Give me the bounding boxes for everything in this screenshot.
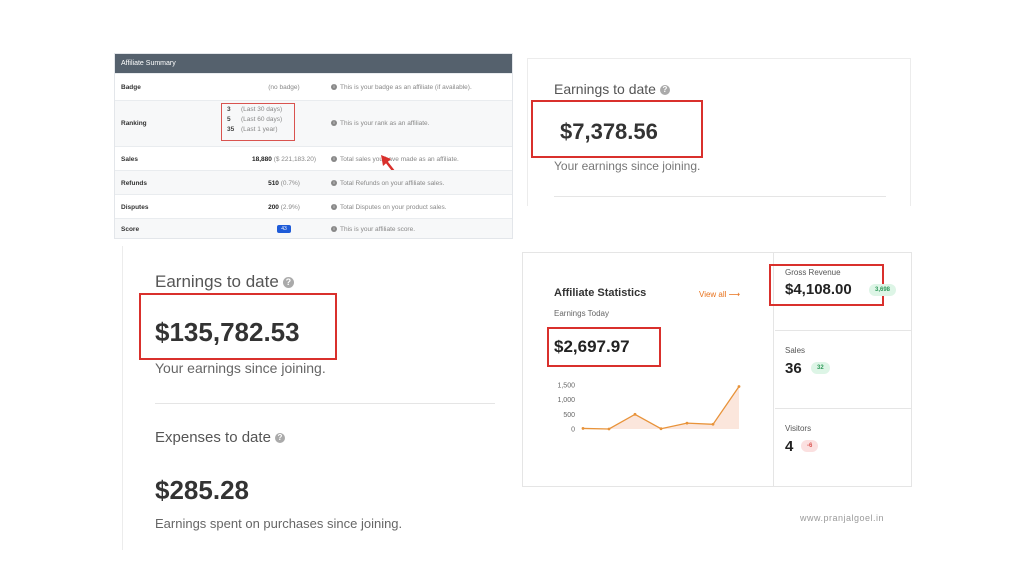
y-tick-label: 1,000 <box>557 397 575 404</box>
earnings-subtitle: Your earnings since joining. <box>554 159 701 173</box>
row-info: i This is your badge as an affiliate (if … <box>331 84 472 91</box>
visitors-value: 4 <box>785 438 794 455</box>
divider <box>155 403 495 404</box>
summary-row-sales: Sales 18,880 ($ 221,183.20) i Total sales… <box>115 146 512 179</box>
chart-point <box>581 427 585 430</box>
watermark-text: www.pranjalgoel.in <box>800 513 885 523</box>
earnings-title: Earnings to date? <box>554 81 670 97</box>
sales-label: Sales <box>785 346 806 355</box>
chart-point <box>633 412 637 416</box>
chart-area <box>583 386 739 429</box>
earnings-today-label: Earnings Today <box>554 309 609 318</box>
info-icon: i <box>331 226 337 233</box>
y-tick-label: 500 <box>563 412 575 419</box>
summary-row-badge: Badge (no badge) i This is your badge as … <box>115 73 512 100</box>
earnings-card-small: Earnings to date? $7,378.56 Your earning… <box>527 58 911 206</box>
chart-point <box>711 422 715 426</box>
help-icon[interactable]: ? <box>274 433 285 444</box>
y-tick-label: 0 <box>571 427 575 434</box>
gross-revenue-metric: Gross Revenue $4,108.00 3,698 <box>769 253 911 331</box>
sales-badge: 32 <box>811 362 830 374</box>
statistics-main-panel: Affiliate Statistics View all ⟶ Earnings… <box>523 253 774 486</box>
earnings-subtitle: Your earnings since joining. <box>155 360 326 376</box>
earnings-chart: 1,500 1,000 500 0 <box>557 383 741 434</box>
info-icon: i <box>331 120 337 127</box>
chart-point <box>659 427 663 431</box>
earnings-title: Earnings to date? <box>155 272 294 292</box>
affiliate-summary-header: Affiliate Summary <box>115 54 512 73</box>
row-label: Refunds <box>121 180 147 187</box>
summary-row-score: Score 43 i This is your affiliate score. <box>115 218 512 238</box>
visitors-metric: Visitors 4 -6 <box>775 409 911 486</box>
affiliate-statistics-card: Affiliate Statistics View all ⟶ Earnings… <box>522 252 912 487</box>
summary-row-ranking: Ranking 3 (Last 30 days) 5 (Last 60 days) … <box>115 100 512 146</box>
visitors-label: Visitors <box>785 424 812 433</box>
expenses-subtitle: Earnings spent on purchases since joinin… <box>155 516 403 531</box>
summary-row-disputes: Disputes 200 (2.9%) i Total Disputes on y… <box>115 194 512 218</box>
earnings-today-amount: $2,697.97 <box>554 337 630 356</box>
info-icon: i <box>331 156 337 163</box>
row-label: Disputes <box>121 204 149 211</box>
gross-revenue-badge: 3,698 <box>869 284 897 296</box>
summary-row-refunds: Refunds 510 (0.7%) i Total Refunds on you… <box>115 170 512 194</box>
earnings-card-large: Earnings to date? $135,782.53 Your earni… <box>122 246 508 550</box>
row-label: Badge <box>121 84 141 91</box>
row-info: i Total Disputes on your product sales. <box>331 204 447 211</box>
score-badge: 43 <box>277 225 291 233</box>
help-icon[interactable]: ? <box>282 277 294 289</box>
ranking-values: 3 (Last 30 days) 5 (Last 60 days) 35 (Last … <box>227 106 283 133</box>
divider <box>554 196 886 197</box>
gross-revenue-label: Gross Revenue <box>785 268 841 277</box>
earnings-amount: $7,378.56 <box>560 119 658 144</box>
sales-metric: Sales 36 32 <box>775 331 911 409</box>
expenses-amount: $285.28 <box>155 475 249 505</box>
info-icon: i <box>331 84 337 91</box>
row-label: Sales <box>121 156 138 163</box>
info-icon: i <box>331 180 337 187</box>
row-label: Ranking <box>121 120 147 127</box>
info-icon: i <box>331 204 337 211</box>
sales-value: 36 <box>785 360 802 377</box>
affiliate-summary-table: Affiliate Summary Badge (no badge) i This… <box>114 53 513 239</box>
earnings-amount: $135,782.53 <box>155 317 300 347</box>
row-info: i This is your affiliate score. <box>331 226 415 233</box>
chart-point <box>685 421 689 425</box>
chart-point <box>737 385 741 388</box>
chart-point <box>607 427 611 431</box>
row-info: i This is your rank as an affiliate. <box>331 120 429 127</box>
visitors-badge: -6 <box>801 440 819 452</box>
gross-revenue-value: $4,108.00 <box>785 281 852 298</box>
statistics-title: Affiliate Statistics <box>554 287 647 299</box>
view-all-link[interactable]: View all ⟶ <box>699 290 740 299</box>
help-icon[interactable]: ? <box>659 85 670 96</box>
expenses-title: Expenses to date? <box>155 429 285 446</box>
row-info: i Total Refunds on your affiliate sales. <box>331 180 444 187</box>
row-label: Score <box>121 226 140 233</box>
y-tick-label: 1,500 <box>557 383 575 390</box>
